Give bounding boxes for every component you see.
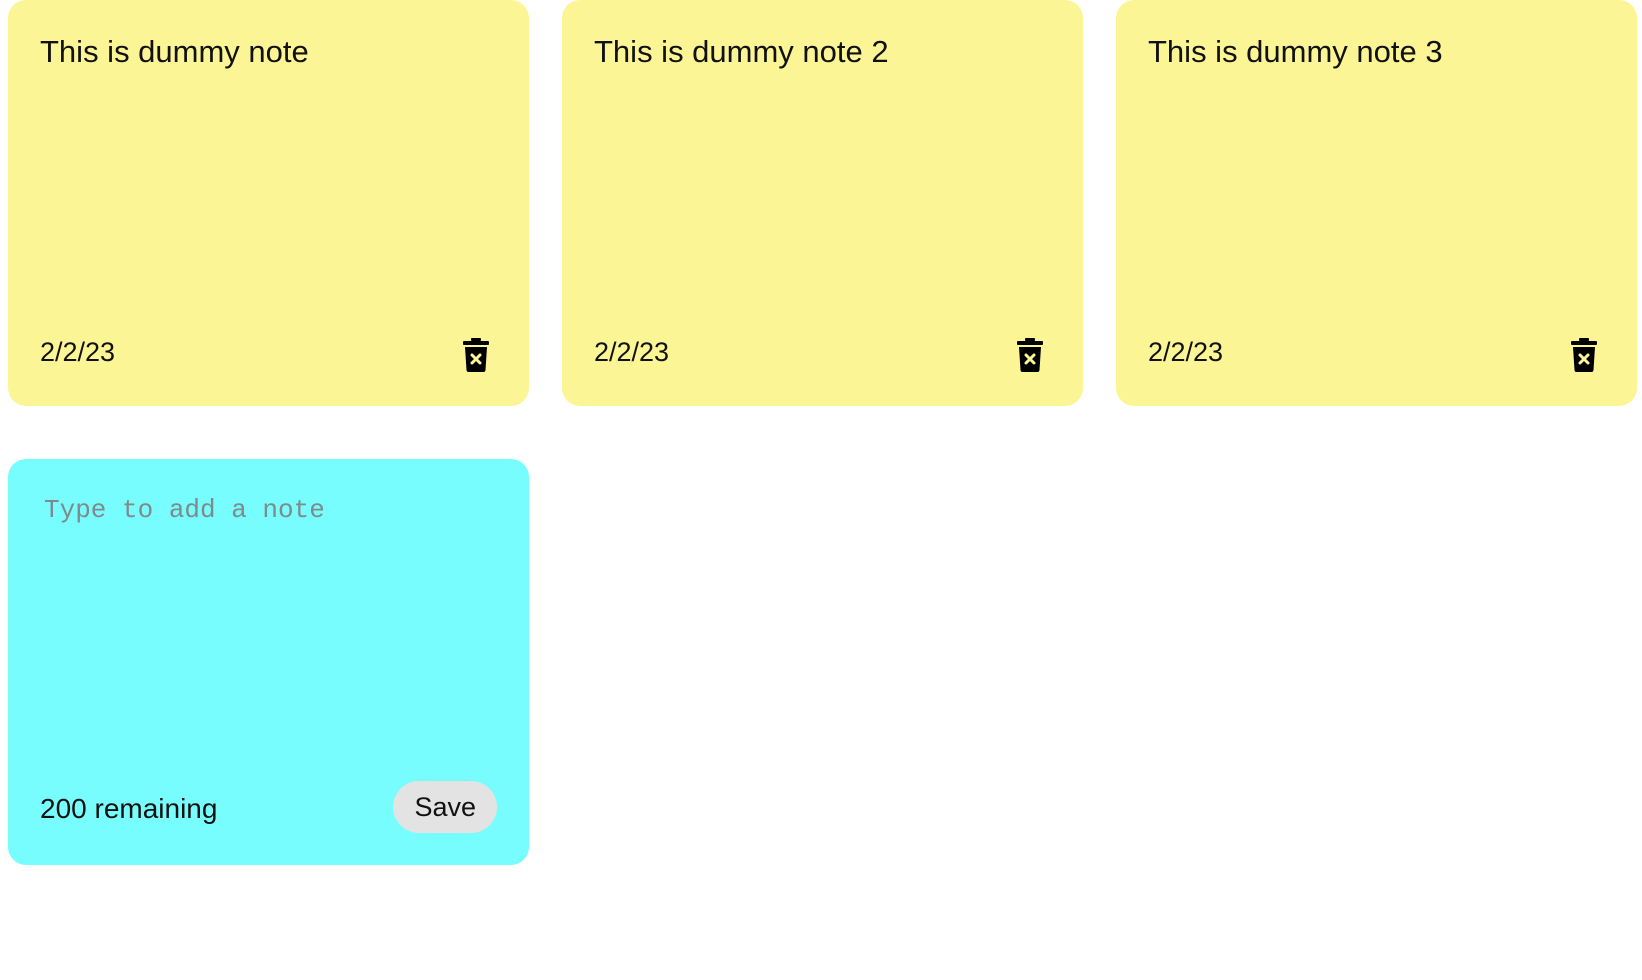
trash-x-icon <box>463 338 489 372</box>
note-card: This is dummy note 2 2/2/23 <box>562 0 1083 406</box>
note-date: 2/2/23 <box>594 337 670 367</box>
note-footer: 2/2/23 <box>594 324 1051 374</box>
new-note-input[interactable] <box>40 491 497 781</box>
characters-remaining: 200 remaining <box>40 793 218 824</box>
note-date: 2/2/23 <box>1148 337 1224 367</box>
delete-note-button[interactable] <box>1017 338 1043 372</box>
new-note-card: 200 remaining Save <box>8 459 529 865</box>
notes-grid: This is dummy note 2/2/23 This is dummy … <box>0 0 1642 980</box>
trash-x-icon <box>1571 338 1597 372</box>
delete-note-button[interactable] <box>463 338 489 372</box>
note-text: This is dummy note <box>40 34 309 69</box>
note-text: This is dummy note 3 <box>1148 34 1443 69</box>
note-card: This is dummy note 2/2/23 <box>8 0 529 406</box>
note-footer: 2/2/23 <box>1148 324 1605 374</box>
note-card: This is dummy note 3 2/2/23 <box>1116 0 1637 406</box>
delete-note-button[interactable] <box>1571 338 1597 372</box>
note-date: 2/2/23 <box>40 337 116 367</box>
note-footer: 2/2/23 <box>40 324 497 374</box>
save-button[interactable]: Save <box>393 781 497 833</box>
note-text: This is dummy note 2 <box>594 34 889 69</box>
new-note-footer: 200 remaining Save <box>40 781 497 833</box>
trash-x-icon <box>1017 338 1043 372</box>
